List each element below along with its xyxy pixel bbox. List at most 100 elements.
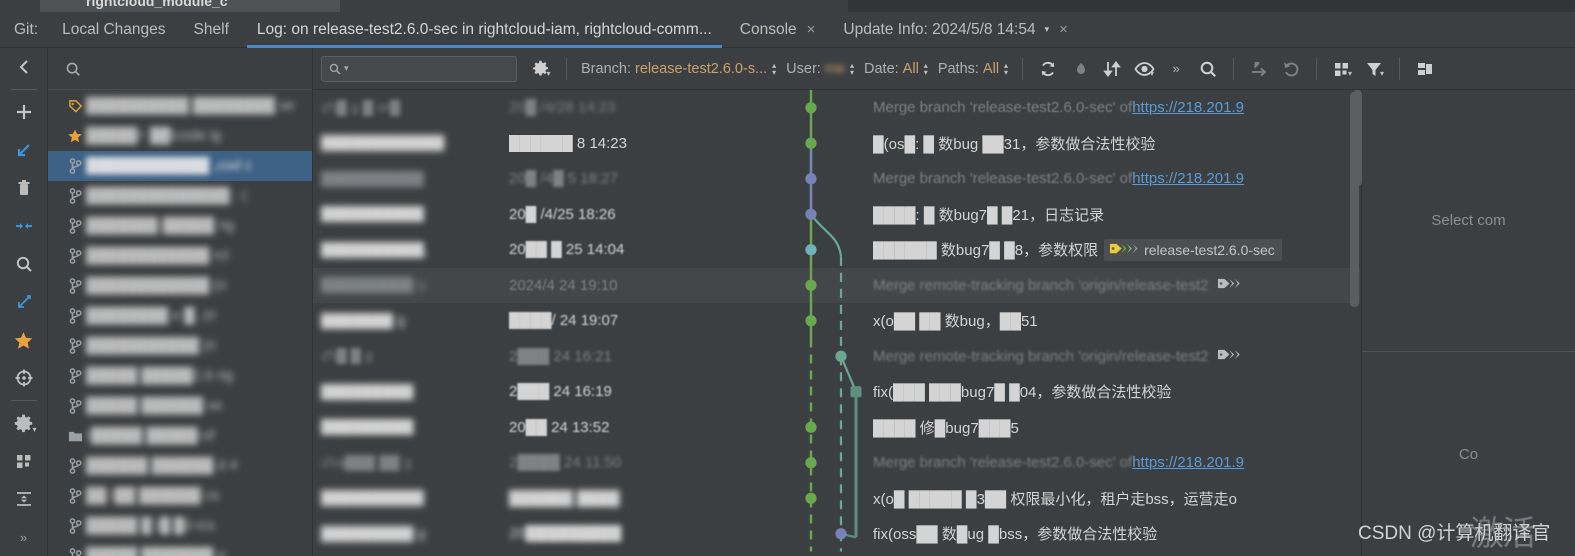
target-icon[interactable]	[0, 359, 48, 397]
settings-gear-icon[interactable]: ▾	[0, 404, 48, 442]
commit-message-text: ████ 修█bug7███5	[873, 419, 1019, 437]
collapse-left-icon[interactable]	[0, 48, 48, 86]
user-filter[interactable]: User: me ▴ ▾	[781, 54, 859, 84]
branch-list-item[interactable]: ██████████ ████████ se	[48, 91, 312, 121]
branch-search-row[interactable]	[48, 48, 312, 90]
filter-label: Branch:	[581, 60, 631, 77]
columns-icon[interactable]: ▾	[1326, 54, 1358, 84]
add-icon[interactable]	[0, 93, 48, 131]
commit-message: ████: █ 数bug7█ █21，日志记录	[873, 204, 1360, 225]
rebase-icon[interactable]	[0, 283, 48, 321]
go-to-hash-icon[interactable]	[1243, 54, 1275, 84]
ref-badge[interactable]	[1215, 345, 1245, 367]
chevron-down-icon[interactable]: ▾	[1045, 24, 1050, 35]
toolbar-divider	[1022, 57, 1024, 80]
delete-icon[interactable]	[0, 169, 48, 207]
log-settings-gear-icon[interactable]: ▾	[525, 54, 557, 84]
log-search-icon[interactable]	[1192, 54, 1224, 84]
collapse-all-icon[interactable]	[0, 207, 48, 245]
stepper-icon[interactable]: ▴ ▾	[1004, 61, 1008, 76]
commit-date: 20██ █ 25 14:04	[509, 241, 625, 259]
commit-row[interactable]: ██████████ 20█ /4█ 5 18:27 Merge branch 'r…	[313, 161, 1360, 197]
branch-list-item[interactable]: █████ █ t█ █0-ics	[48, 511, 312, 541]
favorite-star-icon[interactable]	[0, 321, 48, 359]
commit-row[interactable]: █████████ g 2024/4 24 19:10 Merge remote-t…	[313, 267, 1360, 303]
commit-row[interactable]: █████████ 2███ 24 16:19 fix(███ ███bug7█ █…	[313, 374, 1360, 410]
tab-console[interactable]: Console ×	[726, 12, 830, 48]
chevron-down-icon[interactable]: ▾	[344, 63, 349, 74]
expand-collapse-icon[interactable]	[0, 480, 48, 518]
branch-list-item[interactable]: ████████████ ,cod c	[48, 151, 312, 181]
stepper-icon[interactable]: ▴ ▾	[772, 61, 776, 76]
branch-name: ██████ ██████ d 4	[86, 458, 238, 474]
commit-row[interactable]: █████████ g 20█████████ fix(oss██ 数█ug █bs…	[313, 516, 1360, 552]
branch-list-item[interactable]: █████+ ██\code ig	[48, 121, 312, 151]
branch-filter[interactable]: Branch: release-test2.6.0-s... ▴ ▾	[576, 54, 781, 84]
ref-badge[interactable]	[1215, 274, 1245, 296]
branch-icon	[64, 188, 86, 204]
tab-shelf[interactable]: Shelf	[180, 12, 243, 48]
branch-list-item[interactable]: █████ ██████ se	[48, 391, 312, 421]
commit-message: ██████ 数bug7█ █8，参数权限 release-test2.6.0-s…	[873, 238, 1360, 261]
log-search-input[interactable]: ▾	[321, 55, 517, 82]
tab-update-info[interactable]: Update Info: 2024/5/8 14:54 ▾ ×	[829, 12, 1081, 48]
tab-log[interactable]: Log: on release-test2.6.0-sec in rightcl…	[243, 12, 726, 48]
date-filter[interactable]: Date: All ▴ ▾	[859, 54, 933, 84]
eye-icon[interactable]: ▾	[1128, 54, 1160, 84]
ref-badge[interactable]: release-test2.6.0-sec	[1104, 238, 1282, 261]
changed-files-placeholder: Select com	[1362, 90, 1575, 352]
branch-list[interactable]: ██████████ ████████ se █████+ ██\code ig █…	[48, 91, 312, 556]
commit-message-link[interactable]: https://218.201.9	[1132, 99, 1244, 116]
branch-list-item[interactable]: ██████ ██████ d 4	[48, 451, 312, 481]
commit-row[interactable]: █████████ 20██ 24 13:52 ████ 修█bug7███5	[313, 410, 1360, 446]
close-icon[interactable]: ×	[807, 22, 816, 37]
git-label: Git:	[14, 20, 39, 38]
more-glyph: »	[19, 529, 28, 545]
show-details-icon[interactable]	[1409, 54, 1441, 84]
commit-row[interactable]: ████████████ ██████ 8 14:23 █(os█: █ 数bug …	[313, 126, 1360, 162]
commit-row[interactable]: zh█ █ g 2███ 24 16:21 Merge remote-trackin…	[313, 339, 1360, 375]
commit-row[interactable]: ███████ g ████/ 24 19:07 x(o██ ██ 数bug，██5…	[313, 303, 1360, 339]
cherry-pick-icon[interactable]	[1064, 54, 1096, 84]
commit-row[interactable]: zh█ g █ or█ 20█ /4/28 14:23 Merge branch '…	[313, 90, 1360, 126]
filter-funnel-icon[interactable]: ▾	[1358, 54, 1390, 84]
rail-divider	[10, 89, 37, 90]
commit-author: ███████ g	[321, 312, 406, 329]
branch-list-item[interactable]: ██ t██ ██████ cs	[48, 481, 312, 511]
commit-author: zh█ █ g	[321, 348, 373, 365]
branch-list-item[interactable]: ██████████████ : (	[48, 181, 312, 211]
branch-list-item[interactable]: r█████ █████-of	[48, 421, 312, 451]
stepper-icon[interactable]: ▴ ▾	[850, 61, 854, 76]
commit-row[interactable]: ██████████ ██████ ████ x(o█ █████ █3██ 权限最…	[313, 481, 1360, 517]
branch-list-item[interactable]: ███████-█████ rig	[48, 211, 312, 241]
branch-list-item[interactable]: █████ ███████ g	[48, 541, 312, 556]
commit-row[interactable]: ██████████ 20█ /4/25 18:26 ████: █ 数bug7█ …	[313, 197, 1360, 233]
refresh-icon[interactable]	[1032, 54, 1064, 84]
sort-icon[interactable]	[1096, 54, 1128, 84]
grid-view-icon[interactable]	[0, 442, 48, 480]
branch-list-item[interactable]: ████████████ (ri	[48, 271, 312, 301]
branch-list-item[interactable]: ███████████ (ri	[48, 331, 312, 361]
commit-message-link[interactable]: https://218.201.9	[1132, 170, 1244, 187]
branch-list-item[interactable]: ████████████ rcl	[48, 241, 312, 271]
search-icon[interactable]	[0, 245, 48, 283]
branch-list-item[interactable]: █████ █████2.6 rig	[48, 361, 312, 391]
commit-log-table[interactable]: zh█ g █ or█ 20█ /4/28 14:23 Merge branch '…	[313, 90, 1360, 556]
tab-local-changes[interactable]: Local Changes	[48, 12, 179, 48]
commit-row[interactable]: zha███ ██ g 2████ 24 11:50 Merge branch 'r…	[313, 445, 1360, 481]
editor-tab[interactable]: rightcloud_module_c	[40, 0, 340, 12]
revert-icon[interactable]	[1275, 54, 1307, 84]
details-scrollbar[interactable]	[1353, 90, 1362, 186]
more-icon[interactable]: »	[0, 518, 48, 556]
overflow-chevrons-icon[interactable]: »	[1160, 54, 1192, 84]
commit-date: 2███ 24 16:19	[509, 383, 612, 401]
commit-row[interactable]: ██████████, 20██ █ 25 14:04 ██████ 数bug7█ …	[313, 232, 1360, 268]
commit-message-link[interactable]: https://218.201.9	[1132, 454, 1244, 471]
stepper-icon[interactable]: ▴ ▾	[924, 61, 928, 76]
branch-list-item[interactable]: ████████ e █. (ri	[48, 301, 312, 331]
close-icon[interactable]: ×	[1059, 22, 1068, 37]
branch-name: ████████████ rcl	[86, 248, 229, 264]
paths-filter[interactable]: Paths: All ▴ ▾	[933, 54, 1013, 84]
checkout-icon[interactable]	[0, 131, 48, 169]
commit-message: fix(oss██ 数█ug █bss，参数做合法性校验	[873, 523, 1360, 544]
